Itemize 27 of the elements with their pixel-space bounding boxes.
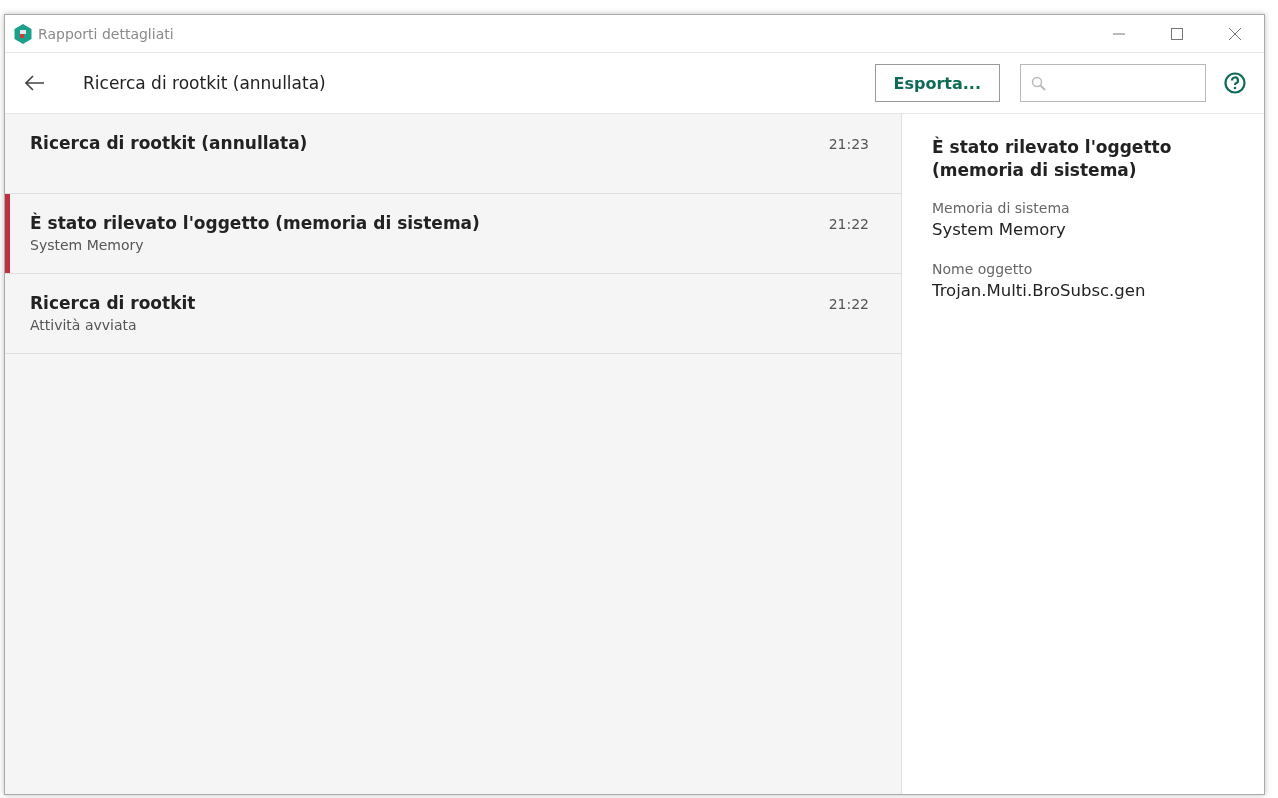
event-row[interactable]: Ricerca di rootkit Attività avviata 21:22	[5, 274, 901, 354]
field-value: System Memory	[932, 220, 1067, 239]
event-row[interactable]: Ricerca di rootkit (annullata) 21:23	[5, 114, 901, 194]
field-label: Memoria di sistema	[932, 200, 1071, 216]
search-field[interactable]	[1020, 64, 1206, 102]
field-value: Trojan.Multi.BroSubsc.gen	[932, 281, 1147, 300]
event-subtitle: Attività avviata	[30, 317, 138, 333]
event-subtitle: System Memory	[30, 237, 145, 253]
maximize-icon	[1171, 27, 1183, 40]
minimize-icon	[1113, 32, 1125, 35]
close-icon	[1229, 27, 1241, 40]
field-label: Nome oggetto	[932, 261, 1034, 277]
event-time: 21:22	[828, 296, 869, 314]
event-time: 21:23	[828, 136, 869, 154]
report-title: Ricerca di rootkit (annullata)	[83, 73, 327, 93]
event-title: È stato rilevato l'oggetto (memoria di sistema)	[30, 213, 481, 233]
app-logo-icon	[14, 23, 32, 44]
event-title: Ricerca di rootkit (annullata)	[30, 133, 309, 153]
event-row[interactable]: È stato rilevato l'oggetto (memoria di sistema) System Memory 21:22	[5, 194, 901, 274]
search-icon	[1031, 75, 1046, 91]
help-icon[interactable]	[1224, 72, 1246, 94]
back-arrow-icon[interactable]	[25, 75, 45, 91]
event-time: 21:22	[828, 216, 869, 234]
details-title: È stato rilevato l'oggetto (memoria di sistema)	[932, 136, 1173, 182]
window-title: Rapporti dettagliati	[38, 25, 175, 42]
export-button[interactable]: Esporta...	[874, 64, 1000, 102]
event-title: Ricerca di rootkit	[30, 293, 197, 313]
